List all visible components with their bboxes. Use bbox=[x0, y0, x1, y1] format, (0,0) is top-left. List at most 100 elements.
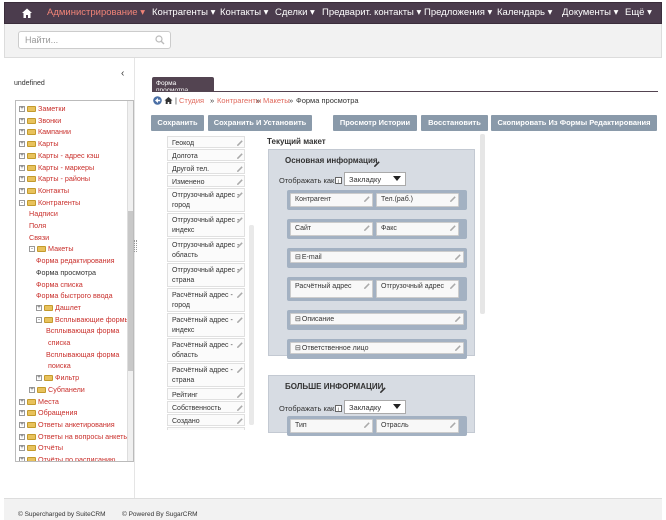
pencil-icon[interactable] bbox=[236, 341, 244, 349]
tree-item[interactable]: + Места bbox=[16, 397, 128, 409]
expand-icon[interactable]: + bbox=[19, 445, 25, 452]
tree-item[interactable]: поиска bbox=[16, 361, 128, 373]
tree-item[interactable]: + Фильтр bbox=[16, 373, 128, 385]
expand-icon[interactable]: + bbox=[36, 304, 42, 311]
toolbox-field[interactable]: Расчётный адрес - область bbox=[167, 338, 245, 362]
pencil-icon[interactable] bbox=[236, 139, 244, 147]
breadcrumb-accounts[interactable]: Контрагенты bbox=[217, 96, 261, 105]
expand-icon[interactable]: + bbox=[19, 164, 25, 171]
home-icon[interactable] bbox=[164, 96, 173, 105]
layout-field[interactable]: Тел.(раб.) bbox=[376, 193, 459, 207]
pencil-icon[interactable] bbox=[363, 195, 371, 203]
panel-main-info[interactable]: Основная информация Отображать как i Зак… bbox=[268, 149, 475, 359]
toolbox-field[interactable]: Изменено bbox=[167, 175, 245, 187]
tree-item[interactable]: Форма списка bbox=[16, 280, 128, 292]
nav-accounts[interactable]: Контрагенты ▾ bbox=[152, 7, 215, 18]
toolbox-field[interactable]: Отгрузочный адрес - страна bbox=[167, 263, 245, 287]
tree-item[interactable]: + Звонки bbox=[16, 116, 128, 128]
layout-row[interactable]: ⊟Ответственное лицо bbox=[287, 339, 467, 359]
pencil-icon[interactable] bbox=[236, 366, 244, 374]
collapse-icon[interactable]: - bbox=[29, 246, 35, 253]
pencil-icon[interactable] bbox=[236, 178, 244, 186]
pencil-icon[interactable] bbox=[236, 291, 244, 299]
tree-item[interactable]: - Макеты bbox=[16, 244, 128, 256]
pencil-icon[interactable] bbox=[236, 216, 244, 224]
layout-row[interactable]: ⊟E-mail bbox=[287, 248, 467, 268]
layout-row[interactable]: Сайт Факс bbox=[287, 219, 467, 239]
toolbox-field[interactable]: Отгрузочный адрес - город bbox=[167, 188, 245, 212]
nav-calendar[interactable]: Календарь ▾ bbox=[497, 7, 552, 18]
tree-item[interactable]: + Карты - адрес кэш bbox=[16, 151, 128, 163]
tree-item[interactable]: + Карты bbox=[16, 139, 128, 151]
layout-row[interactable]: Тип Отрасль bbox=[287, 416, 467, 436]
layout-field[interactable]: Факс bbox=[376, 222, 459, 236]
layout-row[interactable]: Расчётный адрес Отгрузочный адрес bbox=[287, 277, 467, 301]
pencil-icon[interactable] bbox=[373, 160, 381, 168]
toolbox-field[interactable]: Расчётный адрес - страна bbox=[167, 363, 245, 387]
save-deploy-button[interactable]: Сохранить И Установить bbox=[208, 115, 312, 131]
tree-item[interactable]: + Кампании bbox=[16, 127, 128, 139]
search-icon[interactable] bbox=[155, 35, 165, 45]
layout-scrollbar[interactable] bbox=[480, 134, 485, 314]
home-icon[interactable] bbox=[21, 7, 33, 19]
pencil-icon[interactable] bbox=[449, 282, 457, 290]
tree-item[interactable]: + Ответы на вопросы анкеты bbox=[16, 432, 129, 444]
pencil-icon[interactable] bbox=[236, 266, 244, 274]
tree-scrollbar[interactable] bbox=[127, 101, 133, 461]
expand-icon[interactable]: + bbox=[19, 117, 25, 124]
expand-icon[interactable]: + bbox=[19, 433, 25, 440]
nav-leads[interactable]: Предварит. контакты ▾ bbox=[322, 7, 421, 18]
tree-item[interactable]: Форма редактирования bbox=[16, 256, 128, 268]
layout-field[interactable]: Отрасль bbox=[376, 419, 459, 433]
toolbox-scrollbar[interactable] bbox=[249, 225, 254, 425]
expand-icon[interactable]: + bbox=[29, 386, 35, 393]
pencil-icon[interactable] bbox=[236, 241, 244, 249]
layout-field[interactable]: Расчётный адрес bbox=[290, 280, 373, 298]
expand-icon[interactable]: + bbox=[19, 176, 25, 183]
pencil-icon[interactable] bbox=[363, 421, 371, 429]
toolbox-field[interactable]: Создано bbox=[167, 414, 245, 426]
tree-item[interactable]: + Карты - маркеры bbox=[16, 163, 128, 175]
breadcrumb-layouts[interactable]: Макеты bbox=[263, 96, 290, 105]
nav-documents[interactable]: Документы ▾ bbox=[562, 7, 618, 18]
collapse-icon[interactable]: ⊟ bbox=[295, 316, 301, 323]
tree-item[interactable]: Форма просмотра bbox=[16, 268, 128, 280]
info-icon[interactable]: i bbox=[335, 177, 342, 184]
nav-more[interactable]: Ещё ▾ bbox=[625, 7, 652, 18]
toolbox-field[interactable]: Расчётный адрес - индекс bbox=[167, 313, 245, 337]
tree-item[interactable]: Всплывающая форма bbox=[16, 326, 128, 338]
pencil-icon[interactable] bbox=[236, 152, 244, 160]
layout-field[interactable]: Сайт bbox=[290, 222, 373, 236]
tree-item[interactable]: списка bbox=[16, 338, 128, 350]
chevron-left-icon[interactable]: ‹ bbox=[121, 68, 124, 79]
expand-icon[interactable]: + bbox=[19, 187, 25, 194]
layout-field[interactable]: Контрагент bbox=[290, 193, 373, 207]
toolbox-field[interactable]: Геокод bbox=[167, 136, 245, 148]
search-input[interactable]: Найти... bbox=[18, 31, 171, 49]
restore-button[interactable]: Восстановить bbox=[421, 115, 488, 131]
pencil-icon[interactable] bbox=[236, 191, 244, 199]
pencil-icon[interactable] bbox=[236, 404, 244, 412]
tree-item[interactable]: + Дашлет bbox=[16, 303, 128, 315]
tree-item[interactable]: Всплывающая форма bbox=[16, 350, 128, 362]
sidebar-resize-handle[interactable] bbox=[134, 240, 137, 252]
nav-quotes[interactable]: Предложения ▾ bbox=[424, 7, 492, 18]
tree-item[interactable]: Надписи bbox=[16, 209, 128, 221]
info-icon[interactable]: i bbox=[335, 405, 342, 412]
toolbox-field[interactable]: Отгрузочный адрес - область bbox=[167, 238, 245, 262]
tree-item[interactable]: - Контрагенты bbox=[16, 198, 128, 210]
save-button[interactable]: Сохранить bbox=[151, 115, 204, 131]
pencil-icon[interactable] bbox=[454, 315, 462, 323]
layout-field[interactable]: ⊟E-mail bbox=[290, 251, 464, 263]
pencil-icon[interactable] bbox=[379, 386, 387, 394]
pencil-icon[interactable] bbox=[449, 195, 457, 203]
tree-item[interactable]: + Заметки bbox=[16, 104, 128, 116]
pencil-icon[interactable] bbox=[236, 316, 244, 324]
pencil-icon[interactable] bbox=[236, 165, 244, 173]
expand-icon[interactable]: + bbox=[19, 421, 25, 428]
display-as-select[interactable]: Закладку bbox=[344, 172, 406, 186]
pencil-icon[interactable] bbox=[363, 282, 371, 290]
pencil-icon[interactable] bbox=[454, 344, 462, 352]
copy-from-editview-button[interactable]: Скопировать Из Формы Редактирования bbox=[491, 115, 657, 131]
toolbox-field[interactable]: Другой тел. bbox=[167, 162, 245, 174]
